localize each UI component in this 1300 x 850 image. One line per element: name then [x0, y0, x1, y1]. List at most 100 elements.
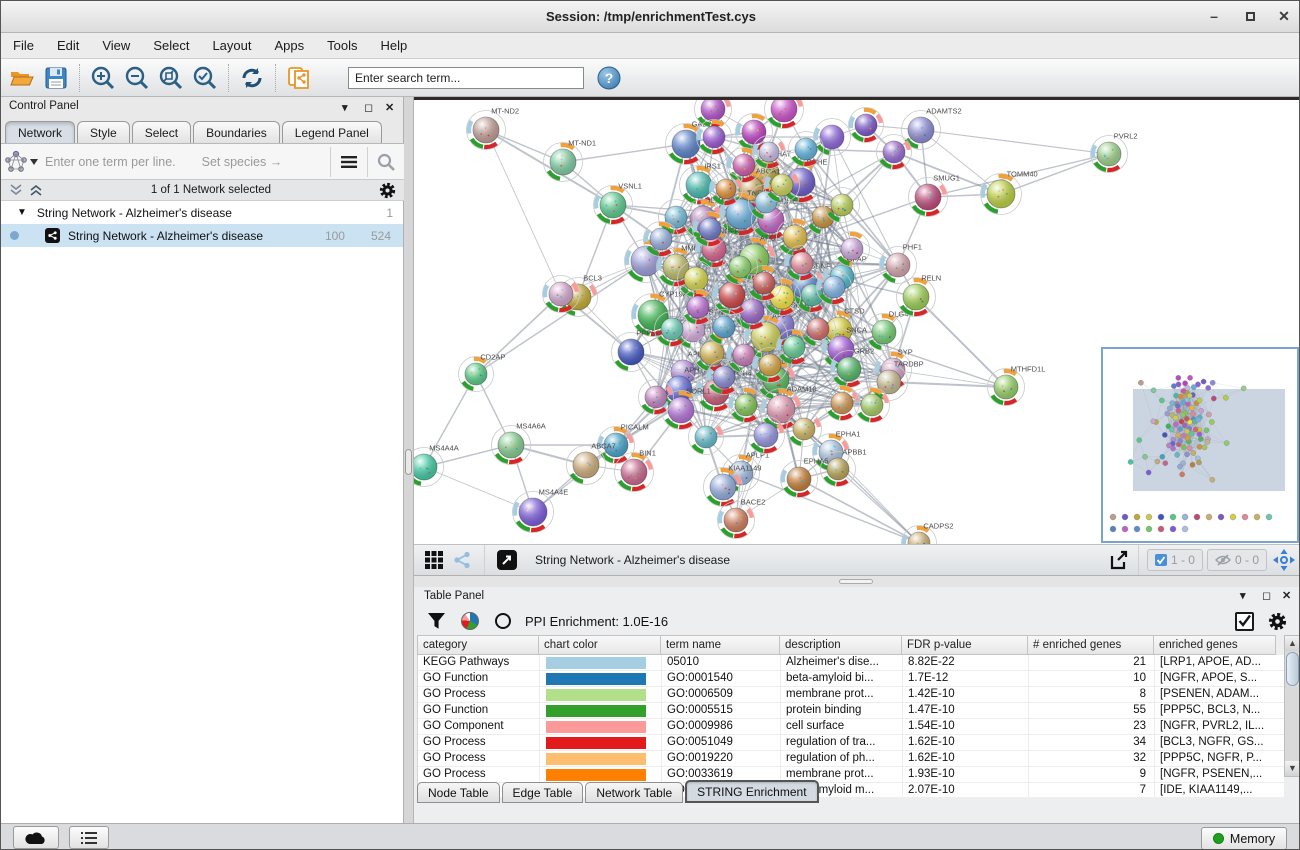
set-species-label[interactable]: Set species →	[202, 155, 330, 169]
table-row[interactable]: KEGG Pathways05010Alzheimer's dise...8.8…	[418, 655, 1284, 671]
network-node-MTHFD1L[interactable]: MTHFD1L	[988, 365, 1046, 406]
refresh-network-button[interactable]	[235, 62, 269, 94]
ring-chart-icon[interactable]	[495, 613, 511, 629]
network-node-MT-ND1[interactable]: MT-ND1	[544, 139, 597, 182]
network-node-MS4A6A[interactable]: MS4A6A	[492, 422, 546, 465]
network-node-ADAMTS2[interactable]: ADAMTS2	[902, 107, 962, 150]
column-header-description[interactable]: description	[780, 635, 902, 655]
table-row[interactable]: GO FunctionGO:0005515protein binding1.47…	[418, 703, 1284, 719]
grid-view-button[interactable]	[420, 544, 448, 576]
network-node-RELN[interactable]: RELN	[897, 274, 942, 317]
menu-item-tools[interactable]: Tools	[325, 36, 359, 55]
tab-network[interactable]: Network	[5, 121, 75, 143]
expand-all-icon[interactable]	[29, 184, 43, 196]
table-row[interactable]: GO ComponentGO:0009986cell surface1.54E-…	[418, 719, 1284, 735]
network-node[interactable]	[787, 412, 822, 447]
horizontal-splitter[interactable]	[414, 576, 1300, 587]
network-node-MS4A4A[interactable]: MS4A4A	[414, 444, 459, 487]
tab-node-table[interactable]: Node Table	[417, 782, 500, 803]
birds-eye-view[interactable]	[1101, 347, 1299, 543]
copy-network-button[interactable]	[282, 62, 316, 94]
menu-item-select[interactable]: Select	[151, 36, 191, 55]
menu-item-help[interactable]: Help	[379, 36, 410, 55]
table-panel-close-icon[interactable]: ✕	[1282, 589, 1291, 602]
string-app-selector[interactable]	[1, 150, 41, 174]
column-header-FDR-p-value[interactable]: FDR p-value	[902, 635, 1028, 655]
tab-network-table[interactable]: Network Table	[585, 782, 683, 803]
zoom-selected-button[interactable]	[188, 62, 222, 94]
panel-float-icon[interactable]: ◻	[364, 101, 373, 114]
open-in-new-button[interactable]	[493, 544, 521, 576]
zoom-in-button[interactable]	[86, 62, 120, 94]
network-view[interactable]: MT-ND2MT-ND1VSNL1GAB2IRS1CHATABCA1BCHEIL…	[414, 97, 1300, 544]
scrollbar-thumb[interactable]	[1286, 652, 1299, 686]
zoom-out-button[interactable]	[120, 62, 154, 94]
table-scrollbar[interactable]: ▲ ▼	[1284, 635, 1300, 777]
table-row[interactable]: GO ProcessGO:0006509membrane prot...1.42…	[418, 687, 1284, 703]
column-header-term-name[interactable]: term name	[661, 635, 780, 655]
string-query-placeholder[interactable]: Enter one term per line.	[45, 155, 176, 169]
scroll-down-arrow[interactable]: ▼	[1285, 761, 1300, 776]
menu-item-view[interactable]: View	[100, 36, 132, 55]
column-header-enriched-genes[interactable]: # enriched genes	[1028, 635, 1154, 655]
minimize-button[interactable]: –	[1201, 7, 1227, 27]
network-node-VSNL1[interactable]: VSNL1	[594, 182, 642, 225]
table-panel-float-icon[interactable]: ◻	[1262, 589, 1271, 602]
tab-legend-panel[interactable]: Legend Panel	[282, 121, 382, 143]
save-session-button[interactable]	[39, 62, 73, 94]
tree-expand-icon[interactable]: ▼	[17, 207, 27, 218]
tab-edge-table[interactable]: Edge Table	[502, 782, 584, 803]
network-node[interactable]	[849, 108, 884, 143]
splitter-grip[interactable]	[405, 449, 412, 475]
network-node-ABCA7[interactable]: ABCA7	[567, 442, 616, 485]
maximize-button[interactable]	[1237, 7, 1263, 27]
tab-select[interactable]: Select	[132, 121, 191, 143]
menu-item-layout[interactable]: Layout	[210, 36, 253, 55]
close-button[interactable]: ✕	[1271, 7, 1297, 27]
string-options-button[interactable]	[331, 156, 367, 168]
column-header-enriched-genes[interactable]: enriched genes	[1154, 635, 1276, 655]
table-panel-menu-icon[interactable]: ▾	[1240, 589, 1246, 602]
splitter-grip-horizontal[interactable]	[839, 579, 873, 584]
network-node[interactable]	[639, 380, 674, 415]
pie-chart-icon[interactable]	[461, 612, 479, 630]
column-header-chart-color[interactable]: chart color	[539, 635, 661, 655]
menu-item-edit[interactable]: Edit	[55, 36, 81, 55]
network-tree-row[interactable]: String Network - Alzheimer's disease1005…	[1, 224, 403, 247]
network-node-PPP5C[interactable]: PPP5C	[612, 329, 662, 372]
search-input[interactable]	[348, 67, 584, 89]
table-row[interactable]: GO ProcessGO:0019220regulation of ph...1…	[418, 751, 1284, 767]
tab-string-enrichment[interactable]: STRING Enrichment	[685, 780, 818, 803]
menu-item-file[interactable]: File	[11, 36, 36, 55]
task-history-button[interactable]	[69, 826, 109, 849]
zoom-fit-button[interactable]	[154, 62, 188, 94]
cloud-tasks-button[interactable]	[13, 826, 59, 849]
scroll-up-arrow[interactable]: ▲	[1285, 636, 1300, 651]
menu-item-apps[interactable]: Apps	[273, 36, 307, 55]
string-search-button[interactable]	[368, 153, 404, 171]
panel-close-icon[interactable]: ✕	[385, 101, 394, 114]
network-node-MS4A4E[interactable]: MS4A4E	[513, 488, 569, 533]
network-node-PVRL2[interactable]: PVRL2	[1091, 132, 1138, 173]
open-session-button[interactable]	[5, 62, 39, 94]
filter-icon[interactable]	[428, 613, 445, 630]
help-button[interactable]: ?	[592, 62, 626, 94]
select-all-checkbox[interactable]	[1235, 612, 1254, 631]
table-row[interactable]: GO ProcessGO:0051049regulation of tra...…	[418, 735, 1284, 751]
network-node-MT-ND2[interactable]: MT-ND2	[467, 107, 520, 150]
memory-button[interactable]: Memory	[1201, 827, 1287, 850]
tab-style[interactable]: Style	[77, 121, 130, 143]
collapse-all-icon[interactable]	[9, 184, 23, 196]
table-row[interactable]: GO FunctionGO:0001540beta-amyloid bi...1…	[418, 671, 1284, 687]
export-network-button[interactable]	[1104, 544, 1134, 576]
network-node-TOMM40[interactable]: TOMM40	[981, 170, 1038, 215]
table-settings-gear-icon[interactable]	[1268, 612, 1287, 631]
network-tree-row[interactable]: ▼String Network - Alzheimer's disease1	[1, 201, 403, 224]
share-view-button[interactable]	[448, 544, 476, 576]
birdseye-toggle-button[interactable]	[1267, 544, 1300, 576]
tab-boundaries[interactable]: Boundaries	[193, 121, 280, 143]
panel-menu-icon[interactable]: ▾	[342, 101, 348, 114]
vertical-splitter[interactable]	[404, 97, 414, 823]
gear-icon[interactable]	[379, 182, 396, 199]
column-header-category[interactable]: category	[417, 635, 539, 655]
